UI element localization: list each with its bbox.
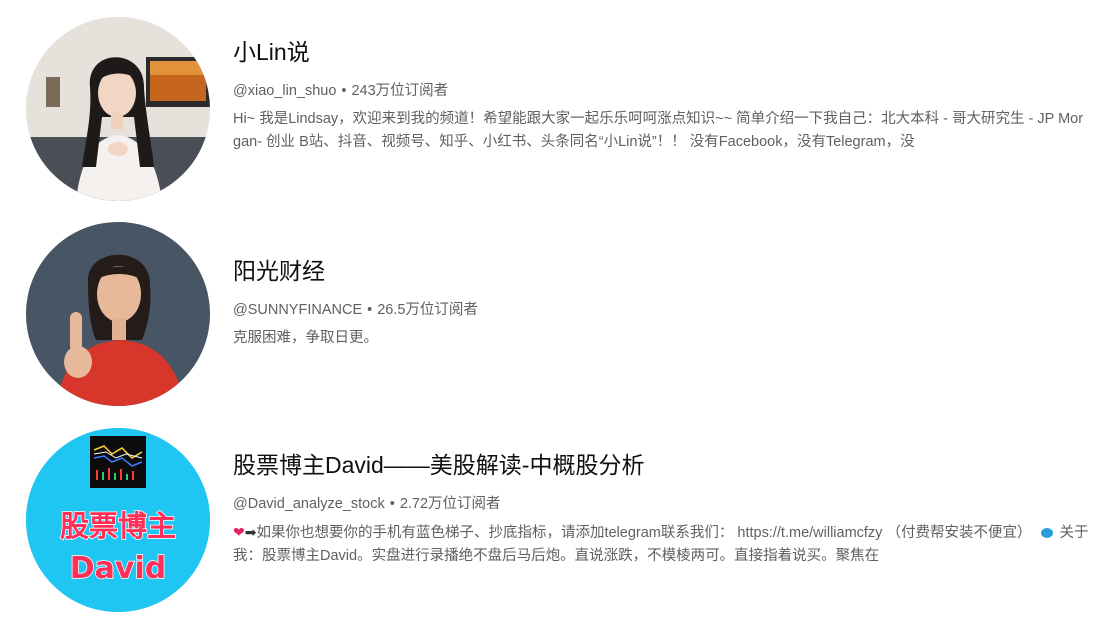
right-arrow-emoji-icon: ➡ xyxy=(244,524,257,540)
channel-handle: @David_analyze_stock xyxy=(233,496,385,512)
avatar-text-line2: David xyxy=(70,551,166,586)
channel-handle: @SUNNYFINANCE xyxy=(233,302,363,318)
separator-dot: • xyxy=(389,496,395,512)
channel-name[interactable]: 小Lin说 xyxy=(233,37,1091,67)
channel-meta: @SUNNYFINANCE • 26.5万位订阅者 xyxy=(233,300,1091,320)
channel-row[interactable]: 小Lin说 @xiao_lin_shuo • 243万位订阅者 Hi~ 我是Lind… xyxy=(0,17,1102,207)
svg-text:股票博主: 股票博主 xyxy=(60,509,176,543)
subscriber-count: 26.5万位订阅者 xyxy=(377,302,478,318)
channel-meta: @xiao_lin_shuo • 243万位订阅者 xyxy=(233,81,1091,101)
separator-dot: • xyxy=(367,302,373,318)
speech-bubble-emoji-icon xyxy=(1041,528,1054,538)
channel-description: Hi~ 我是Lindsay，欢迎来到我的频道！希望能跟大家一起乐乐呵呵涨点知识~… xyxy=(233,111,1084,150)
channel-avatar[interactable] xyxy=(26,222,210,406)
channel-name[interactable]: 阳光财经 xyxy=(233,256,1091,286)
subscriber-count: 2.72万位订阅者 xyxy=(399,496,501,512)
channel-row[interactable]: 阳光财经 @SUNNYFINANCE • 26.5万位订阅者 克服困难，争取日更。 xyxy=(0,222,1102,412)
channel-description: 克服困难，争取日更。 xyxy=(233,330,378,346)
channel-meta: @David_analyze_stock • 2.72万位订阅者 xyxy=(233,494,1091,514)
subscriber-count: 243万位订阅者 xyxy=(351,83,449,99)
avatar-text-line1: 股票博主 xyxy=(60,509,176,543)
channel-row[interactable]: 股票博主 David 股票博主David——美股解读-中概股分析 @David_… xyxy=(0,428,1102,618)
svg-text:David: David xyxy=(70,551,166,586)
channel-handle: @xiao_lin_shuo xyxy=(233,83,337,99)
channel-description-part1: 如果你也想要你的手机有蓝色梯子、抄底指标，请添加telegram联系我们： ht… xyxy=(256,525,1032,541)
separator-dot: • xyxy=(341,83,347,99)
red-heart-emoji-icon: ❤ xyxy=(233,524,245,540)
channel-avatar[interactable] xyxy=(26,17,210,201)
channel-description: ❤➡如果你也想要你的手机有蓝色梯子、抄底指标，请添加telegram联系我们： … xyxy=(233,521,1091,567)
channel-name[interactable]: 股票博主David——美股解读-中概股分析 xyxy=(233,450,1091,480)
channel-avatar[interactable]: 股票博主 David xyxy=(26,428,210,612)
